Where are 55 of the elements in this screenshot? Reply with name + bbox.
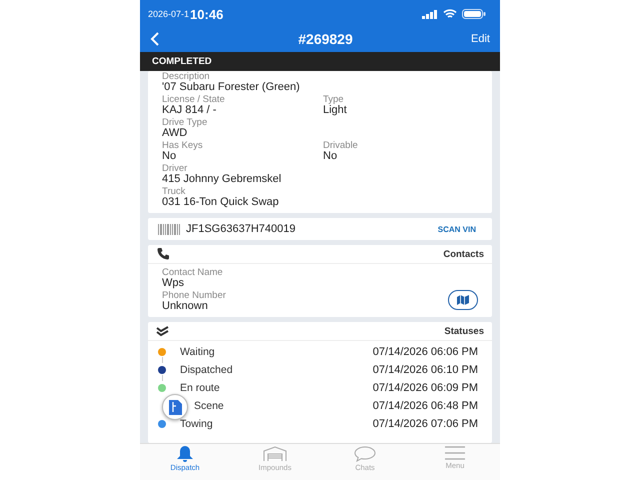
status-label: Dispatched [180, 364, 234, 376]
battery-icon [462, 9, 486, 19]
clock-time: 10:46 [190, 6, 224, 22]
status-banner: COMPLETED [140, 52, 500, 71]
field-label: Drivable [323, 140, 359, 151]
back-button[interactable] [150, 32, 160, 46]
field-value: '07 Subaru Forester (Green) [162, 82, 301, 93]
section-title: Contacts [443, 248, 484, 260]
field-value: 031 16-Ton Quick Swap [162, 197, 280, 208]
signal-icon [422, 10, 438, 18]
status-time: 07/14/2026 06:09 PM [372, 382, 478, 394]
scan-vin-button[interactable]: SCAN VIN [438, 224, 476, 234]
field-value: Unknown [162, 301, 209, 312]
field-label: Phone Number [162, 290, 227, 301]
map-button[interactable] [448, 290, 478, 310]
status-time: 07/14/2026 06:48 PM [372, 400, 478, 412]
field-value: 415 Johnny Gebremskel [162, 174, 282, 185]
status-time: 07/14/2026 06:06 PM [372, 346, 478, 358]
status-label: Scene [193, 400, 225, 412]
field-label: Truck [162, 186, 186, 197]
document-icon [168, 400, 182, 414]
barcode-icon [158, 224, 180, 234]
status-label: Waiting [180, 346, 216, 358]
status-label: En route [180, 382, 221, 394]
field-value: KAJ 814 / - [162, 105, 218, 116]
field-label: Has Keys [162, 140, 204, 151]
field-label: Type [323, 94, 345, 105]
bell-icon [175, 446, 195, 462]
wifi-icon [443, 9, 457, 19]
field-label: Driver [162, 163, 188, 174]
field-label: License / State [162, 94, 226, 105]
vin-number: JF1SG63637H740019 [186, 223, 296, 235]
menu-icon [445, 446, 465, 460]
field-label: Description [162, 71, 211, 82]
field-label: Drive Type [162, 117, 208, 128]
chat-bubble-icon [354, 446, 376, 462]
field-value: No [323, 151, 338, 162]
field-label: Contact Name [162, 267, 224, 278]
status-time: 07/14/2026 07:06 PM [372, 418, 478, 430]
field-value: No [162, 151, 178, 162]
field-value: AWD [162, 128, 188, 139]
back-chevron-icon [150, 32, 160, 46]
date-text: 2026-07-1 [148, 9, 190, 19]
field-value: Light [323, 105, 348, 116]
field-value: Wps [162, 278, 185, 289]
double-check-icon [156, 326, 170, 336]
floating-document-button[interactable] [162, 394, 188, 420]
section-title: Statuses [444, 326, 484, 336]
edit-button[interactable]: Edit [471, 33, 490, 45]
header-title: #269829 [297, 31, 354, 47]
phone-icon [156, 247, 170, 261]
garage-icon [263, 446, 287, 462]
status-time: 07/14/2026 06:10 PM [372, 364, 478, 376]
map-icon [457, 295, 469, 305]
status-label: Towing [180, 418, 214, 430]
